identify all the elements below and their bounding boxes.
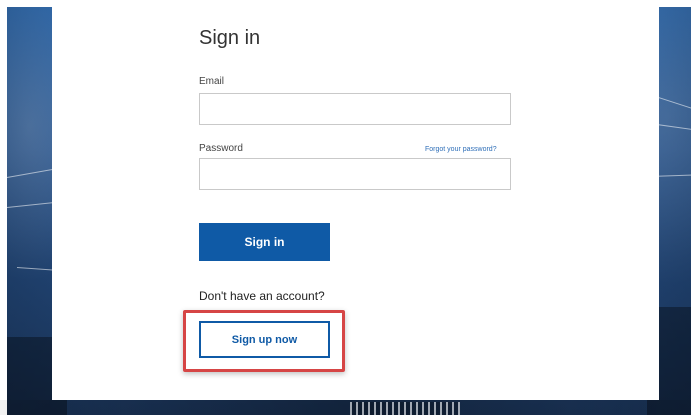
sign-in-button[interactable]: Sign in <box>199 223 330 261</box>
sign-up-button[interactable]: Sign up now <box>199 321 330 358</box>
email-input[interactable] <box>199 93 511 125</box>
background-bottom-strip <box>0 400 691 415</box>
page-title: Sign in <box>199 27 261 49</box>
email-label: Email <box>199 76 225 87</box>
sign-in-card <box>52 7 659 400</box>
background-railing <box>350 402 460 415</box>
password-label: Password <box>199 143 243 154</box>
password-input[interactable] <box>199 158 511 190</box>
forgot-password-link[interactable]: Forgot your password? <box>425 146 497 153</box>
no-account-text: Don't have an account? <box>199 289 325 303</box>
